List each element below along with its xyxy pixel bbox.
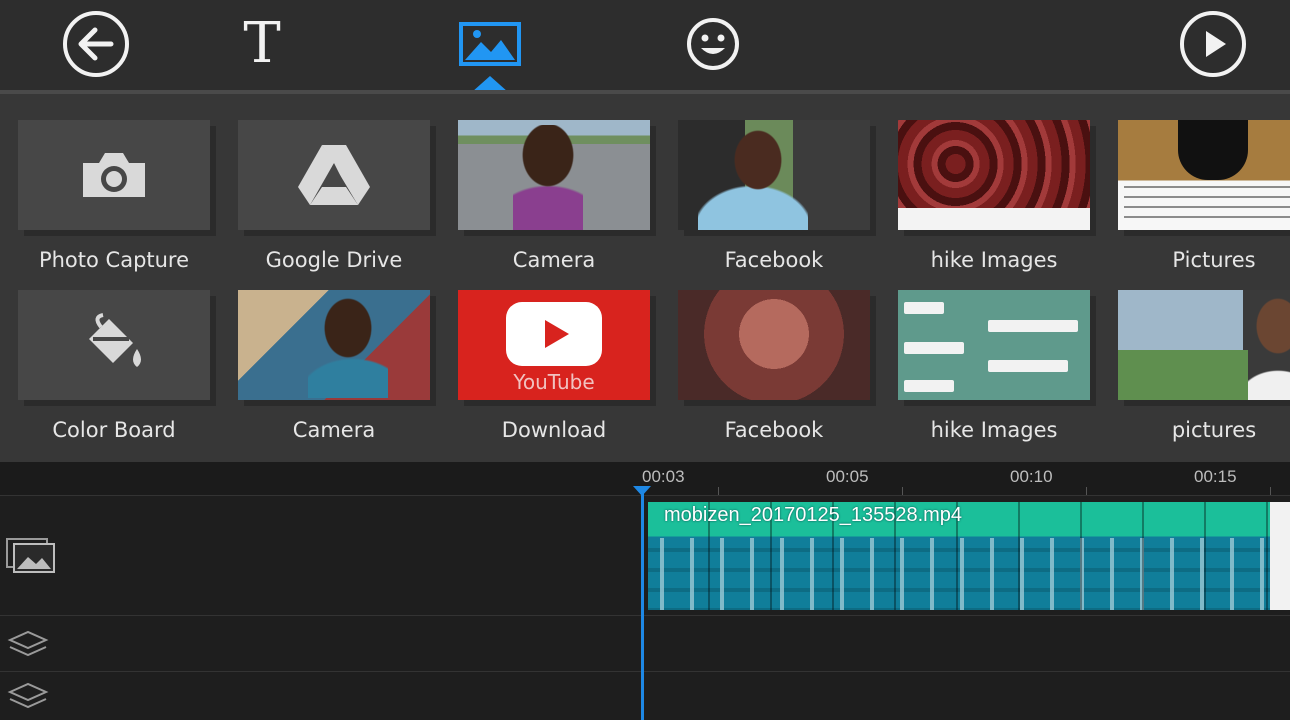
- camera-icon: [83, 153, 145, 197]
- media-tile-facebook[interactable]: Facebook: [678, 290, 878, 442]
- youtube-logo-icon: [506, 302, 602, 366]
- tile-label: Google Drive: [265, 248, 403, 272]
- media-tile-facebook[interactable]: Facebook: [678, 120, 878, 272]
- paint-bucket-icon: [89, 313, 141, 367]
- text-tool-icon: T: [243, 11, 281, 76]
- tile-thumbnail: [898, 290, 1090, 400]
- ruler-tick: [718, 487, 719, 495]
- tile-label: Download: [501, 418, 607, 442]
- media-source-grid: Photo Capture Google Drive Camera Facebo…: [0, 94, 1290, 462]
- tick-label: 00:03: [642, 467, 685, 486]
- media-tile-camera[interactable]: Camera: [458, 120, 658, 272]
- ruler-tick: [1270, 487, 1271, 495]
- tile-thumbnail: [18, 120, 210, 230]
- text-tool-button[interactable]: T: [226, 8, 298, 80]
- image-track-icon: [6, 536, 56, 576]
- tick-label: 00:10: [1010, 467, 1053, 486]
- tile-label: Camera: [292, 418, 376, 442]
- arrow-left-icon: [63, 11, 129, 77]
- tile-thumbnail: [238, 120, 430, 230]
- google-drive-icon: [298, 145, 370, 205]
- sticker-tool-button[interactable]: [677, 8, 749, 80]
- layers-icon: [6, 680, 50, 712]
- tile-thumbnail: [898, 120, 1090, 230]
- media-tile-photo-capture[interactable]: Photo Capture: [18, 120, 218, 272]
- tile-label: Facebook: [724, 418, 824, 442]
- tile-label: Photo Capture: [38, 248, 190, 272]
- tile-label: Facebook: [724, 248, 824, 272]
- clip-end-handle[interactable]: [1270, 502, 1290, 610]
- tile-thumbnail: [18, 290, 210, 400]
- ruler-tick: [902, 487, 903, 495]
- tile-thumbnail: YouTube: [458, 290, 650, 400]
- tile-thumbnail: [678, 120, 870, 230]
- layers-icon: [6, 628, 50, 660]
- play-icon: [1180, 11, 1246, 77]
- tile-label: hike Images: [930, 248, 1058, 272]
- tile-label: Camera: [512, 248, 596, 272]
- tile-label: Color Board: [52, 418, 176, 442]
- media-tile-hike-images[interactable]: hike Images: [898, 290, 1098, 442]
- ruler-tick: [1086, 487, 1087, 495]
- media-tile-hike-images[interactable]: hike Images: [898, 120, 1098, 272]
- tile-thumbnail: [1118, 290, 1290, 400]
- tile-label: pictures: [1171, 418, 1257, 442]
- tile-label: hike Images: [930, 418, 1058, 442]
- media-tile-pictures[interactable]: pictures: [1118, 290, 1290, 442]
- media-tile-google-drive[interactable]: Google Drive: [238, 120, 438, 272]
- media-tile-download[interactable]: YouTube Download: [458, 290, 658, 442]
- layer-track: [0, 616, 1290, 672]
- smiley-icon: [687, 18, 739, 70]
- layer-track: [0, 672, 1290, 720]
- video-clip[interactable]: mobizen_20170125_135528.mp4: [648, 502, 1290, 610]
- image-tool-button[interactable]: [454, 8, 526, 80]
- back-button[interactable]: [60, 8, 132, 80]
- tile-thumbnail: [1118, 120, 1290, 230]
- playhead[interactable]: [633, 486, 651, 720]
- play-button[interactable]: [1177, 8, 1249, 80]
- clip-name: mobizen_20170125_135528.mp4: [664, 504, 963, 526]
- tile-thumbnail: [458, 120, 650, 230]
- tick-label: 00:15: [1194, 467, 1237, 486]
- media-tile-pictures[interactable]: Pictures: [1118, 120, 1290, 272]
- tile-thumbnail: [238, 290, 430, 400]
- tick-label: 00:05: [826, 467, 869, 486]
- tile-thumbnail: [678, 290, 870, 400]
- image-icon: [459, 22, 521, 66]
- youtube-wordmark: YouTube: [513, 370, 595, 394]
- tile-label: Pictures: [1172, 248, 1256, 272]
- top-toolbar: T: [0, 0, 1290, 92]
- timeline-panel: 00:03 00:05 00:10 00:15 mobizen_20170125…: [0, 462, 1290, 720]
- media-tile-color-board[interactable]: Color Board: [18, 290, 218, 442]
- media-tile-camera[interactable]: Camera: [238, 290, 438, 442]
